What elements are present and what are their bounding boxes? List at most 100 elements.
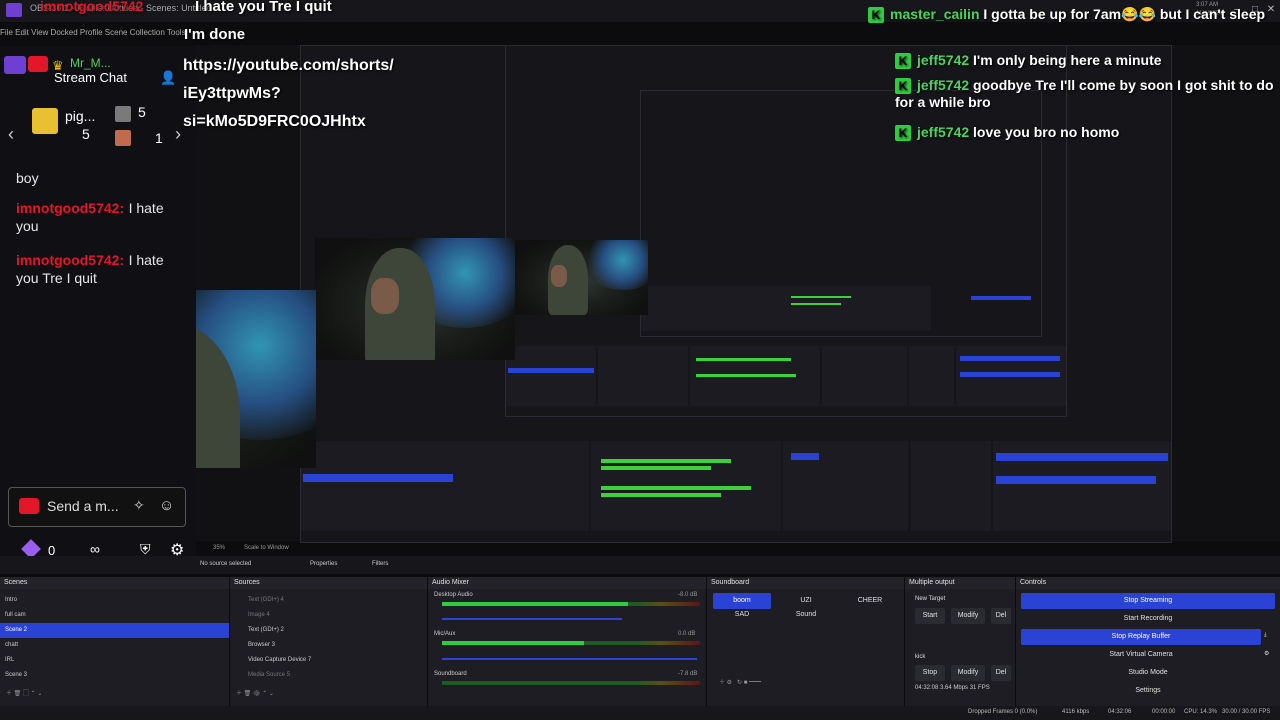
- record-icon: [19, 498, 39, 514]
- bits-icon[interactable]: ✧: [133, 497, 145, 514]
- sub-count-a: 5: [138, 104, 146, 120]
- stop-replay-buffer-button[interactable]: Stop Replay Buffer: [1021, 629, 1261, 645]
- scene-item[interactable]: Intro: [0, 593, 229, 608]
- channel-db: -8.0 dB: [678, 592, 698, 598]
- delete-button[interactable]: Del: [991, 665, 1011, 681]
- users-icon[interactable]: 👤: [160, 70, 176, 86]
- chat-user: imnotgood5742:: [16, 200, 125, 216]
- sub-count-b: 1: [155, 130, 163, 146]
- source-item[interactable]: Text (GDI+) 4: [230, 593, 427, 608]
- output-stats: 04:32:08 3.64 Mbps 31 FPS: [915, 685, 990, 691]
- zoom-level[interactable]: 35%: [213, 545, 225, 551]
- soundboard-title: Soundboard: [707, 577, 904, 589]
- audio-meter-level: [442, 602, 628, 606]
- start-recording-button[interactable]: Start Recording: [1021, 611, 1275, 627]
- gear-icon[interactable]: ⚙: [1264, 650, 1269, 657]
- chat-input[interactable]: Send a m... ✧ ☺: [8, 487, 186, 527]
- chat-message-1: imnotgood5742: I hate you: [16, 200, 186, 236]
- scene-item[interactable]: IRL: [0, 653, 229, 668]
- save-replay-icon[interactable]: ⤓: [1264, 632, 1267, 639]
- properties-button[interactable]: Properties: [310, 561, 337, 567]
- scenes-dock: Scenes Intro full cam Scene 2 chatt IRL …: [0, 577, 230, 720]
- target-name: kick: [915, 654, 926, 660]
- scale-mode[interactable]: Scale to Window: [244, 545, 289, 551]
- source-toolbar-buttons[interactable]: ＋ 🗑 ⚙ ⌃ ⌄: [236, 688, 274, 697]
- gift-count: 5: [82, 126, 90, 142]
- status-bar: Dropped Frames 0 (0.0%) 4116 kbps 04:32:…: [0, 706, 1280, 720]
- live-time: 04:32:06: [1108, 709, 1132, 715]
- sub-icon-b: [115, 130, 131, 146]
- feed-url-1: https://youtube.com/shorts/: [183, 57, 394, 74]
- filters-button[interactable]: Filters: [372, 561, 388, 567]
- emote-icon[interactable]: ☺: [159, 497, 174, 514]
- kick-icon: K: [895, 53, 911, 70]
- twitch-icon: [4, 56, 26, 74]
- audio-meter-bg: [442, 681, 700, 685]
- kick-icon: K: [868, 7, 884, 24]
- gift-user: pig...: [65, 108, 96, 124]
- rec-time: 00:00:00: [1152, 709, 1176, 715]
- close-icon[interactable]: ✕: [1264, 4, 1278, 16]
- feed-top-user: imnotgood5742: [40, 0, 144, 14]
- channel-name: Desktop Audio: [434, 592, 473, 598]
- gift-icon: [32, 108, 58, 134]
- scene-item[interactable]: Scene 3: [0, 668, 229, 683]
- studio-mode-button[interactable]: Studio Mode: [1021, 665, 1275, 681]
- audio-mixer-dock: Audio Mixer Desktop Audio -8.0 dB Mic/Au…: [428, 577, 707, 720]
- cpu-usage: CPU: 14.3%: [1184, 709, 1218, 715]
- infinity-label: ∞: [90, 541, 100, 557]
- source-item[interactable]: Text (GDI+) 2: [230, 623, 427, 638]
- audio-mixer-title: Audio Mixer: [428, 577, 706, 589]
- feed-right-0: Kmaster_cailin I gotta be up for 7am😂😂 b…: [868, 6, 1265, 24]
- soundboard-playback-controls[interactable]: ＋ ⚙ ↻ ■ ━━: [719, 677, 761, 686]
- target-name: New Target: [915, 596, 946, 602]
- chevron-left-icon[interactable]: ‹: [8, 124, 14, 145]
- chat-input-placeholder: Send a m...: [47, 498, 119, 514]
- fps: 30.00 / 30.00 FPS: [1222, 709, 1271, 715]
- scene-item[interactable]: chatt: [0, 638, 229, 653]
- start-virtual-camera-button[interactable]: Start Virtual Camera: [1021, 647, 1261, 663]
- chat-message-0: boy: [16, 170, 39, 186]
- modify-button[interactable]: Modify: [951, 608, 985, 624]
- audio-meter-level: [442, 641, 584, 645]
- record-icon: [28, 56, 48, 72]
- feed-done: I'm done: [184, 26, 246, 43]
- scene-toolbar[interactable]: ＋ 🗑 ▢ ⌃ ⌄: [6, 688, 42, 697]
- start-button[interactable]: Start: [915, 608, 945, 624]
- modify-button[interactable]: Modify: [951, 665, 985, 681]
- volume-slider[interactable]: [442, 618, 622, 620]
- source-item[interactable]: Media Source 5: [230, 668, 427, 683]
- dropped-frames: Dropped Frames 0 (0.0%): [968, 709, 1038, 715]
- sound-button[interactable]: CHEER: [841, 593, 899, 609]
- no-source-label: No source selected: [200, 561, 252, 567]
- kick-icon: K: [895, 125, 911, 142]
- channel-name: Mic/Aux: [434, 631, 456, 637]
- chevron-right-icon[interactable]: ›: [175, 124, 181, 145]
- multi-output-dock: Multiple output New Target Start Modify …: [905, 577, 1016, 720]
- webcam-frame-4: [513, 240, 648, 315]
- source-item[interactable]: Browser 3: [230, 638, 427, 653]
- sources-title: Sources: [230, 577, 427, 589]
- delete-button[interactable]: Del: [991, 608, 1011, 624]
- scene-item-selected[interactable]: Scene 2: [0, 623, 229, 638]
- stop-streaming-button[interactable]: Stop Streaming: [1021, 593, 1275, 609]
- source-item[interactable]: Image 4: [230, 608, 427, 623]
- feed-right-2: Kjeff5742 goodbye Tre I'll come by soon …: [895, 77, 1274, 111]
- feed-url-2: iEy3ttpwMs?: [183, 85, 281, 102]
- volume-slider[interactable]: [442, 658, 697, 660]
- channel-db: -7.8 dB: [678, 671, 698, 677]
- channel-name: Soundboard: [434, 671, 467, 677]
- scene-item[interactable]: full cam: [0, 608, 229, 623]
- feed-right-1: Kjeff5742 I'm only being here a minute: [895, 52, 1162, 70]
- source-item[interactable]: Video Capture Device 7: [230, 653, 427, 668]
- menu-bar[interactable]: File Edit View Docked Profile Scene Coll…: [0, 28, 200, 42]
- sub-icon-a: [115, 106, 131, 122]
- kick-icon: K: [895, 78, 911, 95]
- stop-button[interactable]: Stop: [915, 665, 945, 681]
- source-toolbar: No source selected Properties Filters: [0, 556, 1280, 574]
- settings-button[interactable]: Settings: [1021, 683, 1275, 699]
- scenes-title: Scenes: [0, 577, 229, 589]
- header-user: Mr_M...: [70, 56, 111, 70]
- sound-button[interactable]: SAD: [713, 607, 771, 623]
- sound-button[interactable]: Sound: [777, 607, 835, 623]
